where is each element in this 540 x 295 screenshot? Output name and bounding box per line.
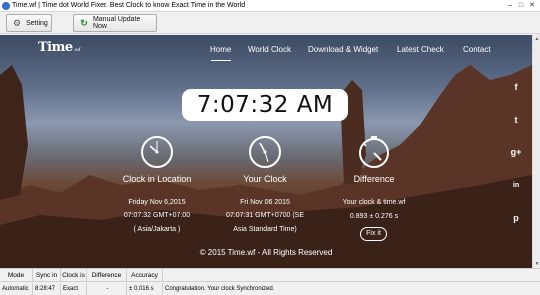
close-button[interactable]: ✕: [526, 1, 538, 11]
status-accuracy: ± 0.016 s: [127, 283, 163, 295]
location-clock-icon: [141, 136, 173, 168]
nav-world-clock[interactable]: World Clock: [248, 45, 291, 54]
status-sync-in: 8:28:47: [33, 283, 61, 295]
status-difference: -: [87, 283, 127, 295]
difference-gauge-icon: [359, 136, 389, 168]
copyright-text: © 2015 Time.wf - All Rights Reserved: [199, 248, 333, 257]
toolbar: ⚙ Setting ↻ Manual Update Now: [0, 12, 540, 34]
status-message: Congratulation. Your clock Synchronized.: [165, 286, 275, 292]
fix-it-button[interactable]: Fix it: [360, 227, 387, 241]
your-clock-zone: Asia Standard Time): [233, 226, 297, 233]
window-titlebar: Time.wf | Time dot World Fixer. Best Clo…: [0, 0, 540, 12]
logo-text: Time: [38, 40, 73, 55]
setting-button[interactable]: ⚙ Setting: [6, 14, 52, 32]
location-date: Friday Nov 6,2015: [128, 199, 186, 206]
active-nav-underline: [211, 60, 231, 61]
pinterest-icon[interactable]: p: [509, 211, 523, 225]
location-zone: ( Asia/Jakarta ): [133, 226, 181, 233]
web-view: Time.wf Home World Clock Download & Widg…: [0, 35, 532, 268]
vertical-scrollbar[interactable]: ▲ ▼: [532, 35, 540, 268]
twitter-icon[interactable]: t: [509, 113, 523, 127]
nav-home[interactable]: Home: [210, 45, 231, 54]
logo-suffix: .wf: [73, 47, 81, 53]
site-logo[interactable]: Time.wf: [38, 40, 80, 55]
nav-contact[interactable]: Contact: [463, 45, 491, 54]
app-icon: [2, 2, 10, 10]
facebook-icon[interactable]: f: [509, 80, 523, 94]
status-header-row: Mode Sync in Clock is Difference Accurac…: [0, 268, 540, 282]
manual-update-button[interactable]: ↻ Manual Update Now: [73, 14, 157, 32]
window-title: Time.wf | Time dot World Fixer. Best Clo…: [12, 2, 246, 9]
your-clock-label: Your Clock: [243, 174, 287, 184]
location-time: 07:07:32 GMT+07:00: [123, 212, 191, 219]
status-bar: Automatic 8:28:47 Exact - ± 0.016 s Cong…: [0, 281, 540, 295]
status-clock-is: Exact: [61, 283, 87, 295]
scroll-down-icon[interactable]: ▼: [533, 260, 540, 268]
difference-desc: Your clock & time.wf: [342, 199, 406, 206]
nav-latest-check[interactable]: Latest Check: [397, 45, 444, 54]
scroll-up-icon[interactable]: ▲: [533, 35, 540, 43]
linkedin-icon[interactable]: in: [509, 179, 523, 193]
location-label: Clock in Location: [122, 174, 192, 184]
your-clock-date: Fri Nov 06 2015: [240, 199, 290, 206]
big-clock-display: 7:07:32 AM: [182, 89, 348, 121]
google-plus-icon[interactable]: g+: [509, 145, 523, 159]
difference-label: Difference: [353, 174, 395, 184]
gear-icon: ⚙: [12, 17, 22, 28]
setting-label: Setting: [26, 19, 48, 27]
refresh-icon: ↻: [80, 17, 88, 28]
status-mode: Automatic: [0, 283, 33, 295]
difference-value: 0.893 ± 0.276 s: [349, 213, 399, 220]
your-clock-time: 07:07:31 GMT+0700 (SE: [225, 212, 305, 219]
your-clock-icon: [249, 136, 281, 168]
manual-update-label: Manual Update Now: [92, 16, 141, 30]
nav-download-widget[interactable]: Download & Widget: [308, 45, 378, 54]
